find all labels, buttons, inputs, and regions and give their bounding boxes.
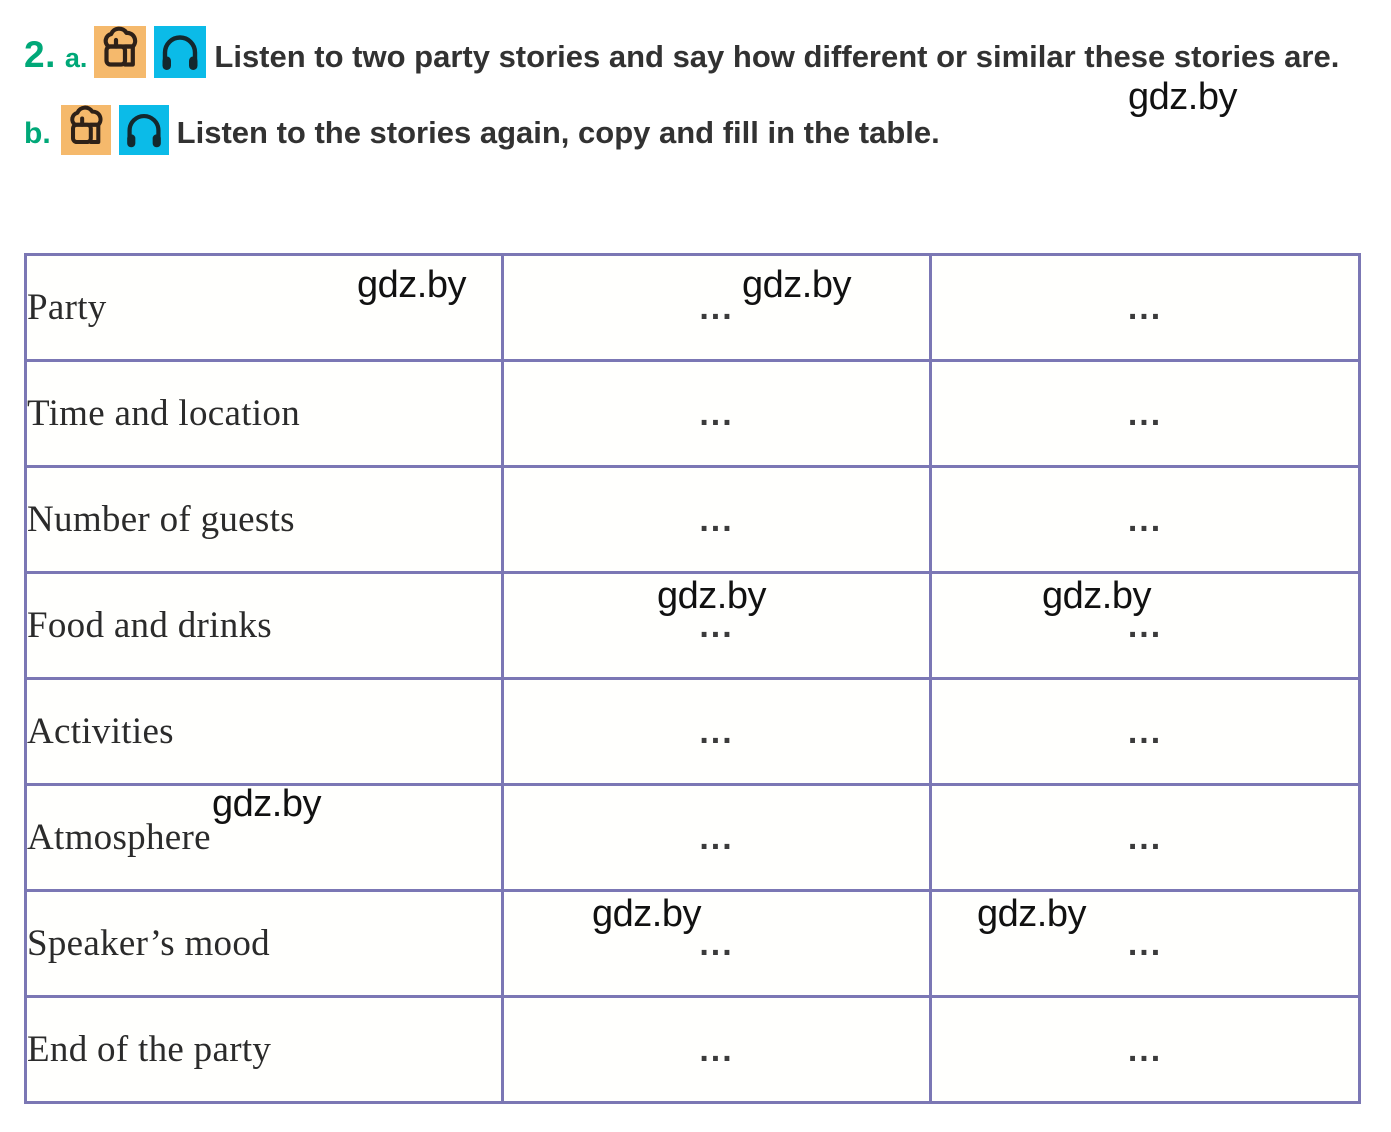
table-row: End of the party ... ...: [24, 995, 1361, 1104]
task-2a-text: Listen to two party stories and say how …: [214, 39, 1340, 74]
cell-food-story-b[interactable]: ...: [929, 571, 1361, 680]
cell-activities-story-a[interactable]: ...: [501, 677, 932, 786]
party-comparison-table: Party ... ... Time and location ... ... …: [24, 253, 1361, 1104]
table-row: Atmosphere ... ...: [24, 783, 1361, 892]
cell-mood-story-b[interactable]: ...: [929, 889, 1361, 998]
task-2b-line: b. Listen to the stories again, copy and …: [24, 105, 1369, 157]
cell-party-story-b[interactable]: ...: [929, 253, 1361, 362]
cupcake-icon: [94, 26, 147, 78]
cell-placeholder: ...: [1127, 818, 1163, 857]
cupcake-icon: [60, 105, 111, 155]
cell-placeholder: ...: [699, 288, 734, 327]
cell-placeholder: ...: [1127, 1030, 1163, 1069]
cell-end-story-b[interactable]: ...: [929, 995, 1361, 1104]
headphones-icon: [154, 26, 207, 78]
row-label-atmosphere: Atmosphere: [24, 783, 504, 892]
table-row: Party ... ...: [24, 253, 1361, 362]
row-label-speakers-mood: Speaker’s mood: [24, 889, 504, 998]
cell-placeholder: ...: [699, 1030, 734, 1069]
row-label-activities: Activities: [24, 677, 504, 786]
cell-placeholder: ...: [1127, 288, 1163, 327]
cell-placeholder: ...: [699, 500, 734, 539]
cell-activities-story-b[interactable]: ...: [929, 677, 1361, 786]
cell-placeholder: ...: [1127, 606, 1163, 645]
row-label-food-and-drinks: Food and drinks: [24, 571, 504, 680]
task-letter-b: b.: [24, 117, 51, 150]
cell-time-story-b[interactable]: ...: [929, 359, 1361, 468]
row-label-number-of-guests: Number of guests: [24, 465, 504, 574]
cell-placeholder: ...: [699, 606, 734, 645]
cell-placeholder: ...: [1127, 924, 1163, 963]
table-row: Time and location ... ...: [24, 359, 1361, 468]
table-row: Food and drinks ... ...: [24, 571, 1361, 680]
table-row: Number of guests ... ...: [24, 465, 1361, 574]
cell-end-story-a[interactable]: ...: [501, 995, 932, 1104]
task-2a-line: 2. a. Listen to two party stories and say …: [24, 26, 1369, 81]
cell-guests-story-a[interactable]: ...: [501, 465, 932, 574]
cell-placeholder: ...: [699, 394, 734, 433]
cell-food-story-a[interactable]: ...: [501, 571, 932, 680]
table-row: Activities ... ...: [24, 677, 1361, 786]
cell-placeholder: ...: [1127, 500, 1163, 539]
cell-atmosphere-story-b[interactable]: ...: [929, 783, 1361, 892]
row-label-end-of-the-party: End of the party: [24, 995, 504, 1104]
cell-placeholder: ...: [699, 712, 734, 751]
task-number: 2.: [24, 34, 56, 75]
task-letter-a: a.: [64, 43, 88, 73]
table-body: Party ... ... Time and location ... ... …: [24, 253, 1361, 1104]
cell-mood-story-a[interactable]: ...: [501, 889, 932, 998]
row-label-party: Party: [24, 253, 504, 362]
table-row: Speaker’s mood ... ...: [24, 889, 1361, 998]
row-label-time-and-location: Time and location: [24, 359, 504, 468]
task-2b-text: Listen to the stories again, copy and fi…: [176, 115, 940, 150]
cell-party-story-a[interactable]: ...: [501, 253, 932, 362]
cell-placeholder: ...: [1127, 712, 1163, 751]
headphones-icon: [118, 105, 169, 155]
cell-time-story-a[interactable]: ...: [501, 359, 932, 468]
cell-placeholder: ...: [699, 924, 734, 963]
cell-guests-story-b[interactable]: ...: [929, 465, 1361, 574]
cell-atmosphere-story-a[interactable]: ...: [501, 783, 932, 892]
instructions-block: 2. a. Listen to two party stories and say …: [24, 26, 1369, 157]
cell-placeholder: ...: [699, 818, 734, 857]
cell-placeholder: ...: [1127, 394, 1163, 433]
